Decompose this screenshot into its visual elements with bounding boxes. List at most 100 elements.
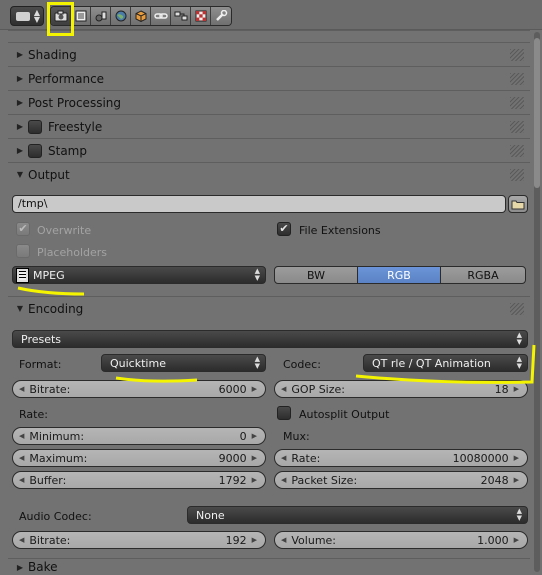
panel-title: Stamp xyxy=(48,143,87,158)
expand-arrow-icon: ▶ xyxy=(16,562,24,572)
maximum-rate-field[interactable]: ◀ Maximum: 9000 ▶ xyxy=(12,449,266,467)
tools-tab-wrench-icon[interactable] xyxy=(211,7,231,25)
collapse-arrow-icon: ▼ xyxy=(16,304,24,313)
packet-size-value: 2048 xyxy=(480,473,509,487)
decrement-arrow-icon[interactable]: ◀ xyxy=(281,385,286,393)
presets-label: Presets xyxy=(21,332,62,346)
panel-encoding[interactable]: ▼ Encoding xyxy=(8,296,530,320)
packet-size-label: Packet Size: xyxy=(291,473,358,487)
placeholders-label: Placeholders xyxy=(37,246,108,259)
gop-size-field[interactable]: ◀ GOP Size: 18 ▶ xyxy=(274,380,528,398)
buffer-field[interactable]: ◀ Buffer: 1792 ▶ xyxy=(12,471,266,489)
encoding-presets-dropdown[interactable]: Presets ▲ ▼ xyxy=(12,330,528,348)
folder-icon xyxy=(511,200,525,209)
updown-arrows-icon: ▲ ▼ xyxy=(516,355,522,370)
audio-codec-dropdown[interactable]: None ▲ ▼ xyxy=(187,506,528,524)
panel-freestyle[interactable]: ▶ Freestyle xyxy=(8,114,530,138)
properties-editor-icon xyxy=(16,12,30,21)
file-format-dropdown[interactable]: MPEG ▲ ▼ xyxy=(12,266,266,284)
updown-arrows-icon: ▲ ▼ xyxy=(516,331,522,346)
collapse-arrow-icon: ▼ xyxy=(16,170,24,179)
buffer-value: 1792 xyxy=(218,473,247,487)
decrement-arrow-icon[interactable]: ◀ xyxy=(281,476,286,484)
volume-field[interactable]: ◀ Volume: 1.000 ▶ xyxy=(274,531,528,549)
placeholders-checkbox[interactable] xyxy=(16,244,30,258)
autosplit-checkbox[interactable] xyxy=(277,406,291,420)
volume-value: 1.000 xyxy=(477,533,509,547)
autosplit-label: Autosplit Output xyxy=(299,408,390,421)
increment-arrow-icon[interactable]: ▶ xyxy=(514,454,519,462)
audio-codec-label: Audio Codec: xyxy=(19,510,92,523)
decrement-arrow-icon[interactable]: ◀ xyxy=(19,536,24,544)
drag-grip-icon[interactable] xyxy=(510,145,524,157)
decrement-arrow-icon[interactable]: ◀ xyxy=(281,536,286,544)
file-extensions-checkbox[interactable]: ✔ xyxy=(277,222,291,236)
scene-tab-icon[interactable] xyxy=(91,7,111,25)
panel-shading[interactable]: ▶ Shading xyxy=(8,42,530,66)
render-layers-tab-icon[interactable] xyxy=(71,7,91,25)
scrollbar-thumb[interactable] xyxy=(534,38,540,188)
color-mode-rgba[interactable]: RGBA xyxy=(440,266,526,284)
panel-performance[interactable]: ▶ Performance xyxy=(8,66,530,90)
panel-bake[interactable]: ▶ Bake xyxy=(8,558,530,575)
audio-bitrate-field[interactable]: ◀ Bitrate: 192 ▶ xyxy=(12,531,266,549)
drag-grip-icon[interactable] xyxy=(510,169,524,181)
increment-arrow-icon[interactable]: ▶ xyxy=(514,536,519,544)
context-tabs xyxy=(50,6,232,26)
file-format-value: MPEG xyxy=(33,268,65,282)
drag-grip-icon[interactable] xyxy=(510,121,524,133)
output-path-field[interactable]: /tmp\ xyxy=(12,195,506,213)
increment-arrow-icon[interactable]: ▶ xyxy=(252,385,257,393)
minimum-label: Minimum: xyxy=(29,429,85,443)
properties-header: ▲ ▼ xyxy=(0,0,542,30)
updown-arrows-icon: ▲ ▼ xyxy=(516,507,522,522)
codec-dropdown[interactable]: QT rle / QT Animation ▲ ▼ xyxy=(363,354,528,372)
stamp-enable-checkbox[interactable] xyxy=(28,143,42,158)
increment-arrow-icon[interactable]: ▶ xyxy=(514,385,519,393)
highlight-box-annotation xyxy=(47,2,74,36)
decrement-arrow-icon[interactable]: ◀ xyxy=(19,476,24,484)
decrement-arrow-icon[interactable]: ◀ xyxy=(281,454,286,462)
packet-size-field[interactable]: ◀ Packet Size: 2048 ▶ xyxy=(274,471,528,489)
increment-arrow-icon[interactable]: ▶ xyxy=(252,536,257,544)
overwrite-checkbox[interactable]: ✔ xyxy=(16,222,30,236)
editor-type-menu[interactable]: ▲ ▼ xyxy=(10,6,44,26)
drag-grip-icon[interactable] xyxy=(510,73,524,85)
decrement-arrow-icon[interactable]: ◀ xyxy=(19,385,24,393)
audio-bitrate-label: Bitrate: xyxy=(29,533,71,547)
material-tab-checker-icon[interactable] xyxy=(191,7,211,25)
decrement-arrow-icon[interactable]: ◀ xyxy=(19,432,24,440)
panel-stamp[interactable]: ▶ Stamp xyxy=(8,138,530,162)
browse-folder-button[interactable] xyxy=(508,195,528,213)
movie-icon xyxy=(16,267,29,283)
expand-arrow-icon: ▶ xyxy=(16,98,24,107)
freestyle-enable-checkbox[interactable] xyxy=(28,119,42,134)
increment-arrow-icon[interactable]: ▶ xyxy=(252,432,257,440)
color-mode-rgb[interactable]: RGB xyxy=(357,266,441,284)
color-mode-bw[interactable]: BW xyxy=(274,266,358,284)
panel-title: Post Processing xyxy=(28,95,121,110)
bitrate-field[interactable]: ◀ Bitrate: 6000 ▶ xyxy=(12,380,266,398)
bitrate-value: 6000 xyxy=(218,382,247,396)
mux-rate-field[interactable]: ◀ Rate: 10080000 ▶ xyxy=(274,449,528,467)
minimum-rate-field[interactable]: ◀ Minimum: 0 ▶ xyxy=(12,427,266,445)
drag-grip-icon[interactable] xyxy=(510,303,524,315)
panel-output[interactable]: ▼ Output xyxy=(8,162,530,186)
gop-size-label: GOP Size: xyxy=(291,382,345,396)
increment-arrow-icon[interactable]: ▶ xyxy=(252,454,257,462)
modifiers-tab-icon[interactable] xyxy=(171,7,191,25)
drag-grip-icon[interactable] xyxy=(510,97,524,109)
increment-arrow-icon[interactable]: ▶ xyxy=(514,476,519,484)
constraints-tab-link-icon[interactable] xyxy=(151,7,171,25)
expand-arrow-icon: ▶ xyxy=(16,146,24,155)
motion-blur-panel-partial[interactable] xyxy=(8,30,530,42)
panel-title: Freestyle xyxy=(48,119,103,134)
decrement-arrow-icon[interactable]: ◀ xyxy=(19,454,24,462)
world-tab-icon[interactable] xyxy=(111,7,131,25)
format-dropdown[interactable]: Quicktime ▲ ▼ xyxy=(101,354,266,372)
increment-arrow-icon[interactable]: ▶ xyxy=(252,476,257,484)
object-tab-cube-icon[interactable] xyxy=(131,7,151,25)
panel-post-processing[interactable]: ▶ Post Processing xyxy=(8,90,530,114)
maximum-value: 9000 xyxy=(218,451,247,465)
drag-grip-icon[interactable] xyxy=(510,49,524,61)
